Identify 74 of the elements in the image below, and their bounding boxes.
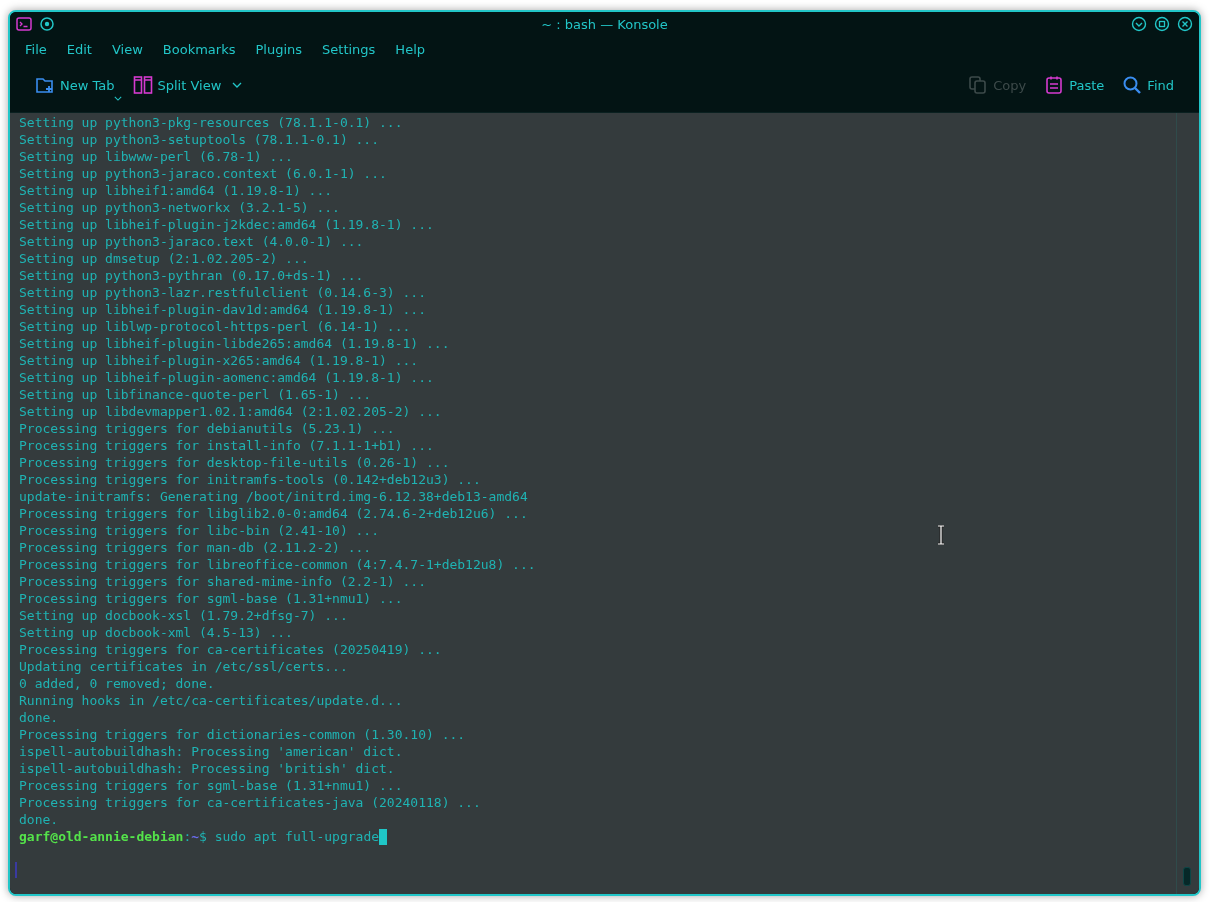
terminal-line: Setting up python3-networkx (3.2.1-5) ... — [19, 199, 340, 216]
terminal-line: Setting up libfinance-quote-perl (1.65-1) ... — [19, 386, 372, 403]
menu-item[interactable]: Help — [384, 41, 434, 57]
caret-icon — [232, 82, 243, 88]
terminal-line: Processing triggers for man-db (2.11.2-2) ... — [19, 539, 372, 556]
terminal-line: Processing triggers for debianutils (5.23.1) ... — [19, 420, 395, 437]
terminal-line: Setting up libheif-plugin-j2kdec:amd64 (1.19.8-1) ... — [19, 216, 434, 233]
terminal-line: Processing triggers for sgml-base (1.31+nmu1) ... — [19, 777, 403, 794]
copy-icon — [968, 75, 989, 95]
terminal-line: update-initramfs: Generating /boot/initrd.img-6.12.38+deb13-amd64 — [19, 488, 528, 505]
terminal-line: Setting up libheif1:amd64 (1.19.8-1) ... — [19, 182, 333, 199]
terminal-line: Updating certificates in /etc/ssl/certs... — [19, 658, 348, 675]
terminal-line: Processing triggers for libc-bin (2.41-10) ... — [19, 522, 380, 539]
ibeam-cursor-icon — [937, 525, 945, 545]
terminal-line: Setting up python3-pythran (0.17.0+ds-1) ... — [19, 267, 364, 284]
scroll-marker — [15, 862, 17, 878]
prompt-user-host: garf@old-annie-debian — [19, 828, 184, 845]
scrollbar-handle[interactable] — [1183, 867, 1191, 886]
terminal-line: Setting up python3-setuptools (78.1.1-0.1) ... — [19, 131, 380, 148]
menu-item[interactable]: Settings — [311, 41, 385, 57]
split-view-button[interactable]: Split View — [127, 71, 248, 99]
menu-item[interactable]: View — [100, 41, 152, 57]
maximize-icon[interactable] — [1154, 16, 1170, 32]
terminal-line: ispell-autobuildhash: Processing 'american' dict. — [19, 743, 403, 760]
terminal-line: Processing triggers for dictionaries-common (1.30.10) ... — [19, 726, 466, 743]
terminal-line: Running hooks in /etc/ca-certificates/update.d... — [19, 692, 403, 709]
terminal-line: done. — [19, 811, 59, 828]
text-cursor — [379, 828, 388, 845]
terminal-line: Setting up liblwp-protocol-https-perl (6.14-1) ... — [19, 318, 411, 335]
menu-item[interactable]: Plugins — [244, 41, 312, 57]
terminal-line: Processing triggers for ca-certificates (20250419) ... — [19, 641, 442, 658]
terminal-line: Processing triggers for libglib2.0-0:amd64 (2.74.6-2+deb12u6) ... — [19, 505, 528, 522]
terminal-line: Setting up python3-pkg-resources (78.1.1-0.1) ... — [19, 114, 403, 131]
find-button[interactable]: Find — [1117, 71, 1179, 99]
menu-item[interactable]: Edit — [55, 41, 101, 57]
terminal-line: Processing triggers for ca-certificates-java (20240118) ... — [19, 794, 481, 811]
prompt-separator: : — [183, 828, 192, 845]
menu-item[interactable]: Bookmarks — [151, 41, 245, 57]
command-text: $ sudo apt full-upgrade — [199, 828, 380, 845]
terminal-line: Setting up libheif-plugin-libde265:amd64 (1.19.8-1) ... — [19, 335, 450, 352]
terminal-line: 0 added, 0 removed; done. — [19, 675, 215, 692]
terminal-line: Processing triggers for libreoffice-common (4:7.4.7-1+deb12u8) ... — [19, 556, 536, 573]
prompt-path: ~ — [191, 828, 200, 845]
terminal-line: Setting up libheif-plugin-dav1d:amd64 (1.19.8-1) ... — [19, 301, 426, 318]
minimize-icon[interactable] — [1131, 16, 1147, 32]
paste-button[interactable]: Paste — [1039, 71, 1110, 99]
terminal-line: Setting up libheif-plugin-aomenc:amd64 (1.19.8-1) ... — [19, 369, 434, 386]
terminal-line: Setting up libdevmapper1.02.1:amd64 (2:1.02.205-2) ... — [19, 403, 442, 420]
terminal-line: done. — [19, 709, 59, 726]
terminal-line: ispell-autobuildhash: Processing 'british' dict. — [19, 760, 395, 777]
new-tab-icon — [35, 75, 55, 95]
terminal-line: Setting up libwww-perl (6.78-1) ... — [19, 148, 293, 165]
terminal-line: Processing triggers for sgml-base (1.31+nmu1) ... — [19, 590, 403, 607]
terminal-line: Setting up python3-jaraco.text (4.0.0-1) ... — [19, 233, 364, 250]
terminal-line: Setting up libheif-plugin-x265:amd64 (1.19.8-1) ... — [19, 352, 419, 369]
new-tab-button[interactable]: New Tab — [30, 71, 120, 99]
window-title: ~ : bash — Konsole — [541, 16, 668, 32]
terminal-line: Processing triggers for initramfs-tools (0.142+deb12u3) ... — [19, 471, 481, 488]
terminal-line: Processing triggers for desktop-file-utils (0.26-1) ... — [19, 454, 450, 471]
terminal-line: Setting up dmsetup (2:1.02.205-2) ... — [19, 250, 309, 267]
terminal-line: Setting up docbook-xsl (1.79.2+dfsg-7) ... — [19, 607, 348, 624]
close-icon[interactable] — [1177, 16, 1193, 32]
pin-icon[interactable] — [39, 16, 55, 32]
terminal-line: Setting up python3-jaraco.context (6.0.1-1) ... — [19, 165, 387, 182]
clipboard-icon — [1044, 75, 1065, 95]
terminal-line: Processing triggers for install-info (7.1.1-1+b1) ... — [19, 437, 434, 454]
terminal-line: Setting up python3-lazr.restfulclient (0.14.6-3) ... — [19, 284, 426, 301]
terminal-icon — [16, 16, 32, 32]
terminal-line: Setting up docbook-xml (4.5-13) ... — [19, 624, 293, 641]
search-icon — [1122, 75, 1143, 95]
menu-item[interactable]: File — [14, 41, 56, 57]
terminal-line: Processing triggers for shared-mime-info (2.2-1) ... — [19, 573, 426, 590]
caret-icon — [113, 96, 122, 101]
split-view-icon — [132, 75, 153, 95]
